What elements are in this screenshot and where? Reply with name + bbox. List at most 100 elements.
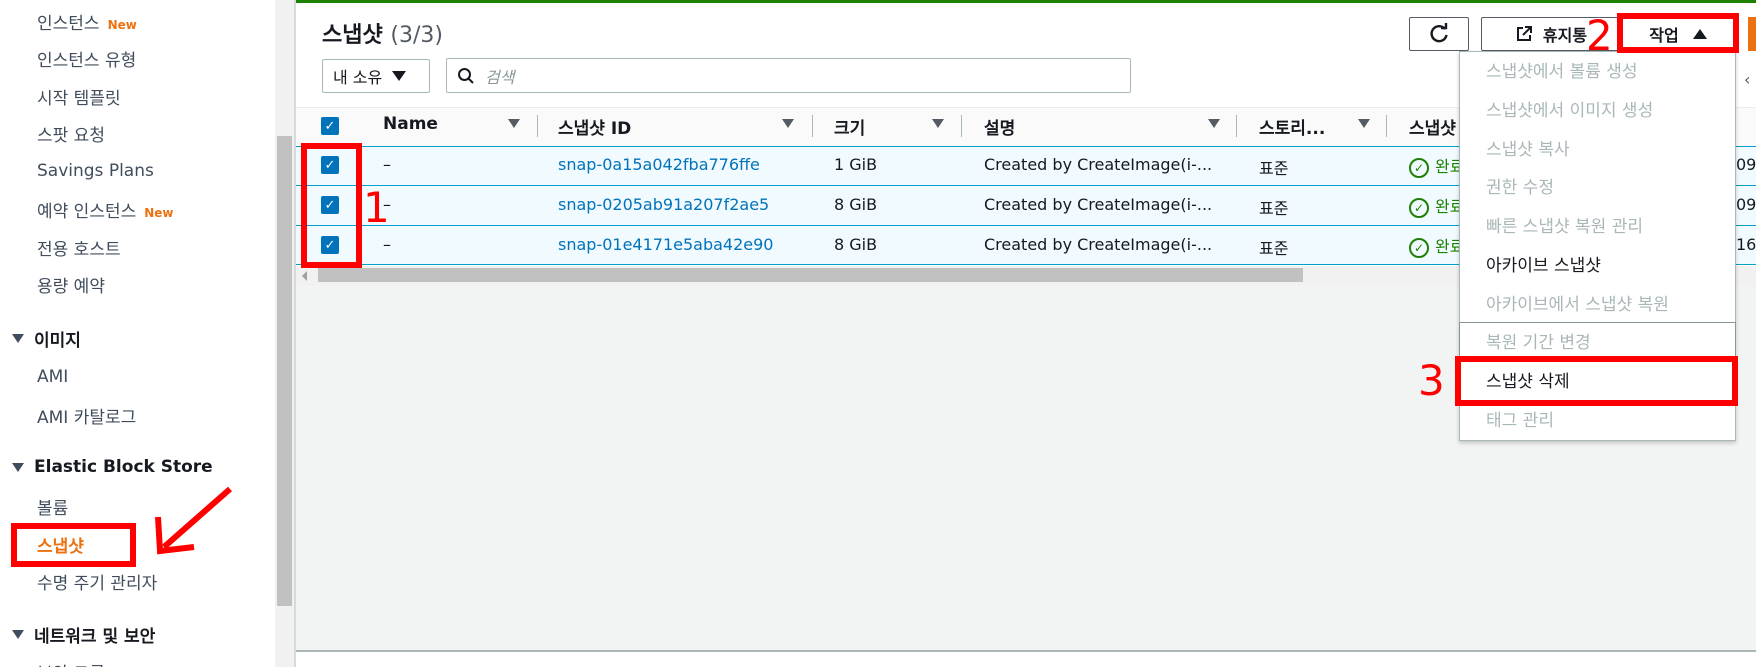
sidebar-item-ami[interactable]: AMI (37, 367, 68, 387)
sidebar-item-reserved-instances[interactable]: 예약 인스턴스 New (37, 197, 174, 222)
select-all-checkbox[interactable]: ✓ (321, 117, 339, 135)
new-badge: New (107, 18, 137, 32)
external-link-icon (1516, 26, 1532, 41)
recycle-bin-label: 휴지통 (1542, 26, 1588, 45)
row-status: ✓ 완료 (1409, 193, 1464, 218)
sidebar-item-instances[interactable]: 인스턴스 New (37, 9, 137, 34)
snapshot-id-link[interactable]: snap-0a15a042fba776ffe (558, 155, 760, 174)
section-title: 이미지 (34, 331, 81, 351)
column-header-snapshot-id[interactable]: 스냅샷 ID (558, 114, 631, 139)
annotation-arrow-icon (155, 486, 232, 555)
owner-filter-label: 내 소유 (333, 68, 383, 87)
column-separator[interactable] (812, 115, 813, 137)
sidebar-item-lifecycle-manager[interactable]: 수명 주기 관리자 (37, 569, 157, 594)
sidebar-item-capacity-reservations[interactable]: 용량 예약 (37, 272, 105, 297)
new-badge: New (144, 206, 174, 220)
sidebar-section-network-security[interactable]: 네트워크 및 보안 (12, 622, 155, 647)
section-title: Elastic Block Store (34, 457, 213, 477)
snapshot-id-link[interactable]: snap-0205ab91a207f2ae5 (558, 195, 769, 214)
caret-down-icon (392, 71, 407, 81)
table-scrollbar-thumb[interactable] (318, 268, 1303, 282)
check-circle-icon: ✓ (1409, 157, 1429, 178)
top-accent-line (296, 0, 1756, 3)
row-storage-tier: 표준 (1259, 159, 1289, 178)
column-separator[interactable] (1236, 115, 1237, 137)
column-header-name[interactable]: Name (383, 114, 438, 134)
section-title: 네트워크 및 보안 (34, 627, 156, 647)
column-separator[interactable] (537, 115, 538, 137)
row-storage-tier: 표준 (1259, 239, 1289, 258)
sort-icon[interactable] (782, 119, 794, 128)
launch-button-edge[interactable] (1748, 17, 1756, 51)
sidebar-section-images[interactable]: 이미지 (12, 326, 81, 351)
sidebar-item-label: 인스턴스 (37, 14, 100, 34)
check-circle-icon: ✓ (1409, 197, 1429, 218)
sidebar-item-volumes[interactable]: 볼륨 (37, 494, 68, 519)
sort-icon[interactable] (1358, 119, 1370, 128)
check-circle-icon: ✓ (1409, 237, 1429, 258)
sidebar-item-launch-templates[interactable]: 시작 템플릿 (37, 84, 121, 109)
menu-item-copy-snapshot[interactable]: 스냅샷 복사 (1486, 135, 1570, 160)
sort-icon[interactable] (1208, 119, 1220, 128)
chevron-left-icon[interactable]: ‹ (1744, 70, 1750, 89)
column-header-size[interactable]: 크기 (834, 114, 865, 139)
row-extra: 09 (1736, 155, 1756, 174)
annotation-box-snapshots-nav (11, 523, 136, 567)
owner-filter-select[interactable]: 내 소유 (322, 59, 430, 93)
menu-item-archive-snapshot[interactable]: 아카이브 스냅샷 (1486, 251, 1601, 276)
menu-item-create-volume[interactable]: 스냅샷에서 볼륨 생성 (1486, 57, 1638, 82)
row-storage-tier: 표준 (1259, 199, 1289, 218)
menu-item-manage-tags[interactable]: 태그 관리 (1486, 406, 1554, 431)
row-extra: 16 (1736, 235, 1756, 254)
column-header-snapshot-status[interactable]: 스냅샷 (1409, 114, 1456, 139)
annotation-number-1: 1 (363, 183, 390, 232)
page-title: 스냅샷 (3/3) (322, 17, 443, 49)
sidebar-item-spot-requests[interactable]: 스팟 요청 (37, 121, 105, 146)
sort-icon[interactable] (932, 119, 944, 128)
menu-item-fast-snapshot-restore[interactable]: 빠른 스냅샷 복원 관리 (1486, 212, 1643, 237)
sidebar-item-instance-types[interactable]: 인스턴스 유형 (37, 46, 136, 71)
sidebar-item-label: 예약 인스턴스 (37, 202, 137, 222)
sidebar-item-dedicated-hosts[interactable]: 전용 호스트 (37, 235, 121, 260)
annotation-box-actions (1617, 13, 1739, 53)
column-header-storage[interactable]: 스토리... (1259, 114, 1325, 139)
menu-item-change-restore-period[interactable]: 복원 기간 변경 (1486, 328, 1591, 353)
menu-item-restore-from-archive[interactable]: 아카이브에서 스냅샷 복원 (1486, 290, 1669, 315)
annotation-box-checkboxes (301, 143, 362, 268)
column-separator[interactable] (961, 115, 962, 137)
row-size: 1 GiB (834, 155, 878, 174)
refresh-button[interactable] (1409, 17, 1469, 51)
row-status: ✓ 완료 (1409, 153, 1464, 178)
sidebar-scrollbar-thumb[interactable] (277, 136, 292, 606)
menu-item-modify-permissions[interactable]: 권한 수정 (1486, 173, 1554, 198)
caret-down-icon (12, 334, 24, 343)
sidebar-item-savings-plans[interactable]: Savings Plans (37, 161, 154, 181)
snapshot-id-link[interactable]: snap-01e4171e5aba42e90 (558, 235, 773, 254)
annotation-box-delete (1455, 356, 1738, 406)
refresh-icon (1430, 23, 1448, 43)
column-separator[interactable] (1386, 115, 1387, 137)
row-description: Created by CreateImage(i-... (984, 155, 1213, 174)
sidebar-section-ebs[interactable]: Elastic Block Store (12, 457, 213, 477)
search-icon (458, 67, 474, 84)
title-text: 스냅샷 (322, 23, 383, 48)
caret-down-icon (12, 462, 24, 472)
split-panel-divider[interactable] (296, 650, 1756, 652)
ec2-console: 인스턴스 New 인스턴스 유형 시작 템플릿 스팟 요청 Savings Pla… (0, 0, 1756, 667)
scroll-left-arrow-icon[interactable] (302, 271, 307, 281)
sidebar-item-ami-catalog[interactable]: AMI 카탈로그 (37, 403, 136, 428)
row-extra: 09 (1736, 195, 1756, 214)
row-name: – (383, 235, 391, 254)
sort-icon[interactable] (508, 119, 520, 128)
menu-item-create-image[interactable]: 스냅샷에서 이미지 생성 (1486, 96, 1653, 121)
row-description: Created by CreateImage(i-... (984, 235, 1213, 254)
row-name: – (383, 155, 391, 174)
row-size: 8 GiB (834, 235, 878, 254)
caret-down-icon (12, 630, 24, 639)
search-input[interactable]: 검색 (446, 58, 1131, 93)
row-description: Created by CreateImage(i-... (984, 195, 1213, 214)
column-header-description[interactable]: 설명 (984, 114, 1015, 139)
search-placeholder: 검색 (485, 67, 515, 87)
sidebar-item-security-groups[interactable]: 보안 그룹 (37, 659, 105, 667)
row-size: 8 GiB (834, 195, 878, 214)
